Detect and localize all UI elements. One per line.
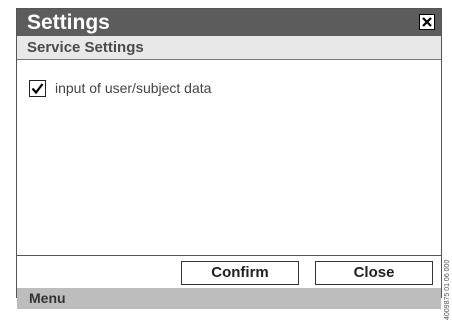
checkbox-user-subject-data[interactable] (29, 80, 46, 97)
close-button[interactable]: Close (315, 261, 433, 285)
document-code: 4009875 01 06 000 (444, 259, 451, 320)
section-header: Service Settings (17, 36, 441, 60)
dialog-title: Settings (27, 11, 110, 34)
menu-label: Menu (29, 290, 66, 306)
close-icon[interactable] (419, 14, 435, 30)
title-bar: Settings (17, 9, 441, 36)
checkmark-icon (31, 83, 44, 95)
option-label: input of user/subject data (55, 80, 212, 96)
footer-divider (17, 255, 441, 256)
confirm-button[interactable]: Confirm (181, 261, 299, 285)
menu-bar[interactable]: Menu (17, 288, 441, 309)
section-title: Service Settings (27, 39, 144, 56)
settings-dialog: Settings Service Settings input of user/… (16, 8, 442, 309)
